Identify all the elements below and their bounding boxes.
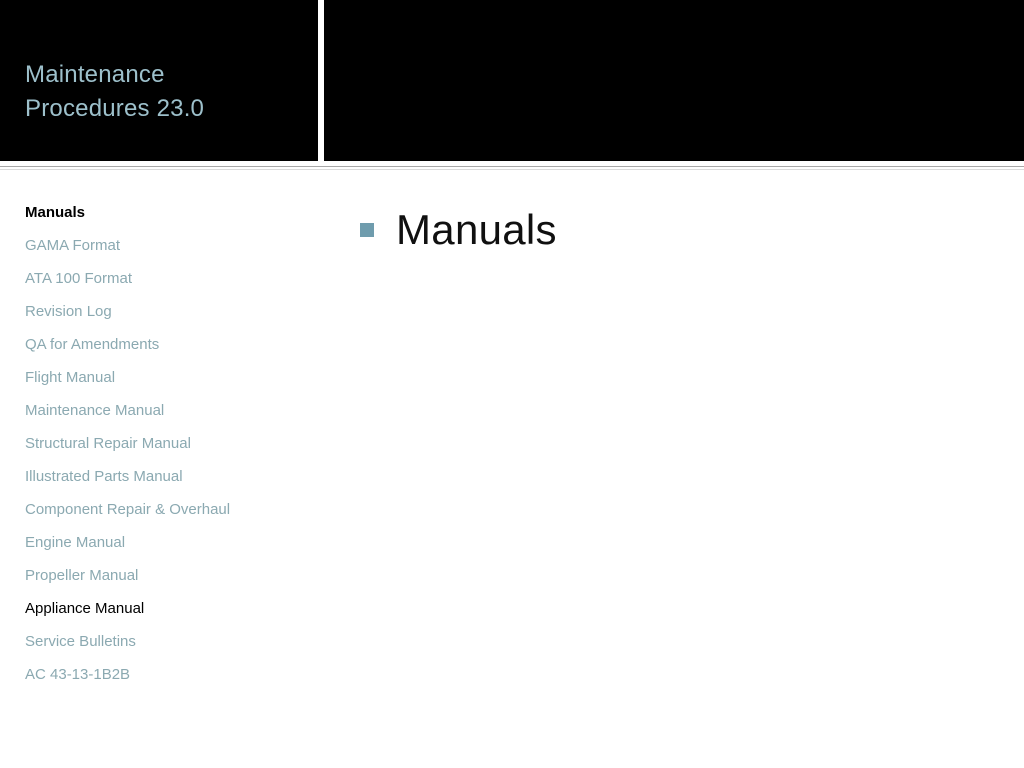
sidebar-item-gama-format[interactable]: GAMA Format [0,229,320,262]
content-heading: Manuals [396,206,557,253]
sidebar-item-service-bulletins[interactable]: Service Bulletins [0,625,320,658]
sidebar-item-illustrated-parts-manual[interactable]: Illustrated Parts Manual [0,460,320,493]
sidebar-item-structural-repair-manual[interactable]: Structural Repair Manual [0,427,320,460]
header-banner-panel [324,0,1024,161]
sidebar-item-revision-log[interactable]: Revision Log [0,295,320,328]
sidebar-item-propeller-manual[interactable]: Propeller Manual [0,559,320,592]
sidebar-item-ata-100-format[interactable]: ATA 100 Format [0,262,320,295]
slide-header: Maintenance Procedures 23.0 [0,0,1024,161]
sidebar-item-appliance-manual[interactable]: Appliance Manual [0,592,320,625]
sidebar-item-manuals[interactable]: Manuals [0,196,320,229]
sidebar-item-qa-for-amendments[interactable]: QA for Amendments [0,328,320,361]
header-divider-shadow [0,169,1024,170]
header-divider [0,161,1024,173]
content-bullet-row: Manuals [360,206,557,254]
sidebar-item-flight-manual[interactable]: Flight Manual [0,361,320,394]
sidebar-item-ac-43-13-1b2b[interactable]: AC 43-13-1B2B [0,658,320,691]
sidebar-item-component-repair-and-overhaul[interactable]: Component Repair & Overhaul [0,493,320,526]
header-divider-line [0,166,1024,167]
sidebar-nav: Manuals GAMA Format ATA 100 Format Revision… [0,196,320,691]
sidebar-item-engine-manual[interactable]: Engine Manual [0,526,320,559]
slide-content: Manuals [324,180,1024,768]
sidebar-item-maintenance-manual[interactable]: Maintenance Manual [0,394,320,427]
square-bullet-icon [360,223,374,237]
page-title: Maintenance Procedures 23.0 [25,61,205,122]
